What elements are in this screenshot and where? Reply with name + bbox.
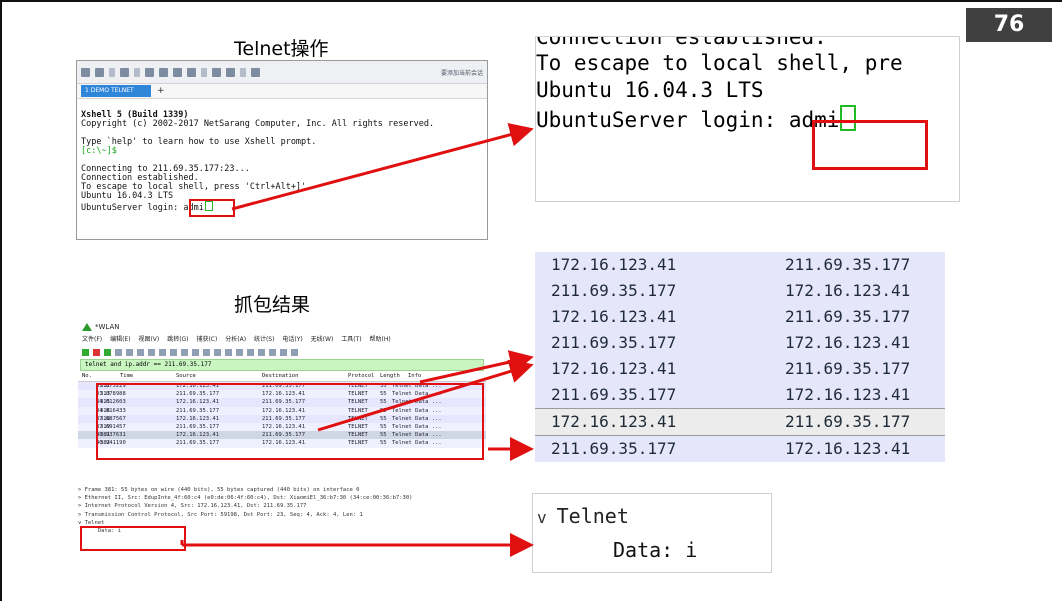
arrow-typed-to-zoom xyxy=(231,123,534,211)
arrow-packets-to-ipzoom-2 xyxy=(317,359,534,432)
arrows-layer xyxy=(180,123,534,557)
